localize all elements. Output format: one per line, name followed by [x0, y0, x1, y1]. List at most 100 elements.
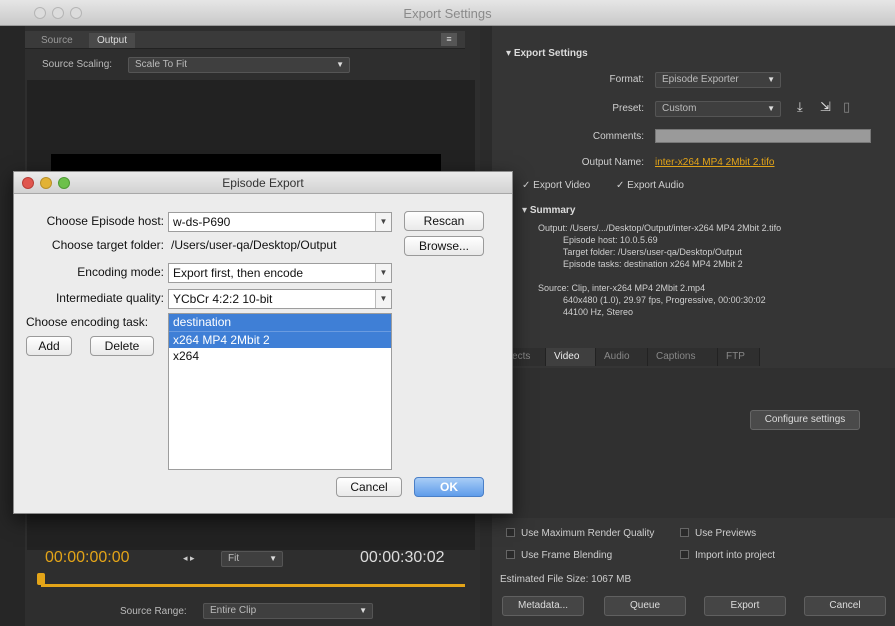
- list-item[interactable]: x264: [169, 348, 391, 365]
- quality-value: YCbCr 4:2:2 10-bit: [173, 292, 273, 306]
- chevron-down-icon: ▼: [767, 75, 775, 84]
- timecode-end: 00:00:30:02: [360, 549, 445, 566]
- list-item[interactable]: destination: [169, 314, 391, 331]
- list-item[interactable]: x264 MP4 2Mbit 2: [169, 331, 391, 348]
- host-label: Choose Episode host:: [46, 214, 164, 228]
- checkbox-box: [680, 550, 689, 559]
- use-previews-label: Use Previews: [695, 528, 757, 539]
- task-label: Choose encoding task:: [26, 315, 149, 329]
- settings-tabs: Effects Video Audio Captions FTP: [492, 348, 895, 366]
- preset-label: Preset:: [612, 103, 644, 114]
- format-label: Format:: [609, 74, 644, 85]
- export-button[interactable]: Export: [704, 596, 786, 616]
- chevron-down-icon: ▼: [375, 213, 391, 231]
- encoding-task-list[interactable]: destination x264 MP4 2Mbit 2 x264: [168, 313, 392, 470]
- source-range-select[interactable]: Entire Clip ▼: [203, 603, 373, 619]
- encoding-mode-select[interactable]: Export first, then encode ▼: [168, 263, 392, 283]
- window-titlebar: Export Settings: [0, 0, 895, 26]
- cancel-button[interactable]: Cancel: [804, 596, 886, 616]
- panel-menu-icon[interactable]: ≡: [441, 33, 457, 46]
- output-name-label: Output Name:: [581, 157, 644, 168]
- dialog-titlebar: Episode Export: [14, 172, 512, 194]
- quality-label: Intermediate quality:: [55, 291, 164, 305]
- fit-value: Fit: [228, 553, 240, 564]
- episode-export-dialog: Episode Export Choose Episode host: w-ds…: [13, 171, 513, 514]
- cancel-dialog-button[interactable]: Cancel: [336, 477, 402, 497]
- browse-button[interactable]: Browse...: [404, 236, 484, 256]
- tab-video[interactable]: Video: [546, 348, 596, 366]
- tab-output[interactable]: Output: [89, 33, 136, 48]
- quality-select[interactable]: YCbCr 4:2:2 10-bit ▼: [168, 289, 392, 309]
- rescan-button[interactable]: Rescan: [404, 211, 484, 231]
- pane-tabbar: Source Output ≡: [25, 31, 465, 49]
- encoding-mode-value: Export first, then encode: [173, 266, 304, 280]
- fit-select[interactable]: Fit ▼: [221, 551, 283, 567]
- summary-output-text: Output: /Users/.../Desktop/Output/inter-…: [538, 223, 782, 269]
- delete-preset-icon[interactable]: ▯: [843, 99, 850, 115]
- export-audio-label: Export Audio: [627, 180, 684, 191]
- export-settings-pane: ▾ Export Settings Format: Episode Export…: [492, 26, 895, 626]
- source-scaling-row: Source Scaling: Scale To Fit ▼: [25, 54, 465, 76]
- import-preset-icon[interactable]: ⇲: [820, 99, 831, 115]
- export-settings-header[interactable]: ▾ Export Settings: [506, 48, 588, 59]
- source-range-label: Source Range:: [120, 606, 187, 617]
- folder-label: Choose target folder:: [51, 238, 164, 252]
- checkbox-box: [506, 550, 515, 559]
- tab-captions[interactable]: Captions: [648, 348, 718, 366]
- summary-header[interactable]: ▾ Summary: [522, 205, 575, 216]
- format-value: Episode Exporter: [662, 74, 739, 85]
- chevron-down-icon: ▼: [269, 554, 277, 563]
- save-preset-icon[interactable]: ⤓: [797, 99, 803, 115]
- dialog-title: Episode Export: [222, 176, 304, 190]
- tab-audio[interactable]: Audio: [596, 348, 648, 366]
- max-render-quality-checkbox[interactable]: Use Maximum Render Quality: [506, 528, 654, 539]
- folder-path: /Users/user-qa/Desktop/Output: [171, 238, 337, 252]
- encoding-mode-label: Encoding mode:: [77, 265, 164, 279]
- estimated-file-size: Estimated File Size: 1067 MB: [500, 574, 632, 585]
- timeline-range-bar[interactable]: [41, 584, 465, 587]
- window-title: Export Settings: [403, 6, 492, 21]
- preset-select[interactable]: Custom ▼: [655, 101, 781, 117]
- export-settings-header-text: Export Settings: [513, 48, 588, 59]
- queue-button[interactable]: Queue: [604, 596, 686, 616]
- checkbox-box: [506, 528, 515, 537]
- export-video-label: Export Video: [533, 180, 591, 191]
- timecode-start[interactable]: 00:00:00:00: [45, 549, 130, 567]
- use-previews-checkbox[interactable]: Use Previews: [680, 528, 756, 539]
- step-controls-icon[interactable]: ◂ ▸: [183, 553, 195, 564]
- import-into-project-checkbox[interactable]: Import into project: [680, 550, 775, 561]
- export-video-checkbox[interactable]: ✓ Export Video: [522, 180, 590, 191]
- checkbox-box: [680, 528, 689, 537]
- import-into-project-label: Import into project: [695, 550, 776, 561]
- add-task-button[interactable]: Add: [26, 336, 72, 356]
- chevron-down-icon: ▼: [336, 60, 344, 69]
- source-scaling-label: Source Scaling:: [42, 59, 113, 70]
- video-settings-panel: [492, 368, 895, 518]
- frame-blending-label: Use Frame Blending: [521, 550, 613, 561]
- host-combobox[interactable]: w-ds-P690 ▼: [168, 212, 392, 232]
- output-name-link[interactable]: inter-x264 MP4 2Mbit 2.tifo: [655, 157, 775, 168]
- configure-settings-button[interactable]: Configure settings: [750, 410, 860, 430]
- delete-task-button[interactable]: Delete: [90, 336, 154, 356]
- source-range-value: Entire Clip: [210, 605, 257, 616]
- frame-blending-checkbox[interactable]: Use Frame Blending: [506, 550, 612, 561]
- source-scaling-select[interactable]: Scale To Fit ▼: [128, 57, 350, 73]
- summary-header-text: Summary: [529, 205, 576, 216]
- comments-input[interactable]: [655, 129, 871, 143]
- host-value: w-ds-P690: [173, 215, 231, 229]
- format-select[interactable]: Episode Exporter ▼: [655, 72, 781, 88]
- summary-source-text: Source: Clip, inter-x264 MP4 2Mbit 2.mp4…: [538, 283, 766, 317]
- comments-label: Comments:: [592, 131, 644, 142]
- ok-button[interactable]: OK: [414, 477, 484, 497]
- tab-source[interactable]: Source: [33, 33, 81, 48]
- chevron-down-icon: ▼: [375, 290, 391, 308]
- export-audio-checkbox[interactable]: ✓ Export Audio: [616, 180, 684, 191]
- chevron-down-icon: ▼: [375, 264, 391, 282]
- chevron-down-icon: ▼: [767, 104, 775, 113]
- tab-ftp[interactable]: FTP: [718, 348, 760, 366]
- metadata-button[interactable]: Metadata...: [502, 596, 584, 616]
- source-scaling-value: Scale To Fit: [135, 59, 188, 70]
- chevron-down-icon: ▼: [359, 606, 367, 615]
- preset-value: Custom: [662, 103, 697, 114]
- max-render-quality-label: Use Maximum Render Quality: [521, 528, 655, 539]
